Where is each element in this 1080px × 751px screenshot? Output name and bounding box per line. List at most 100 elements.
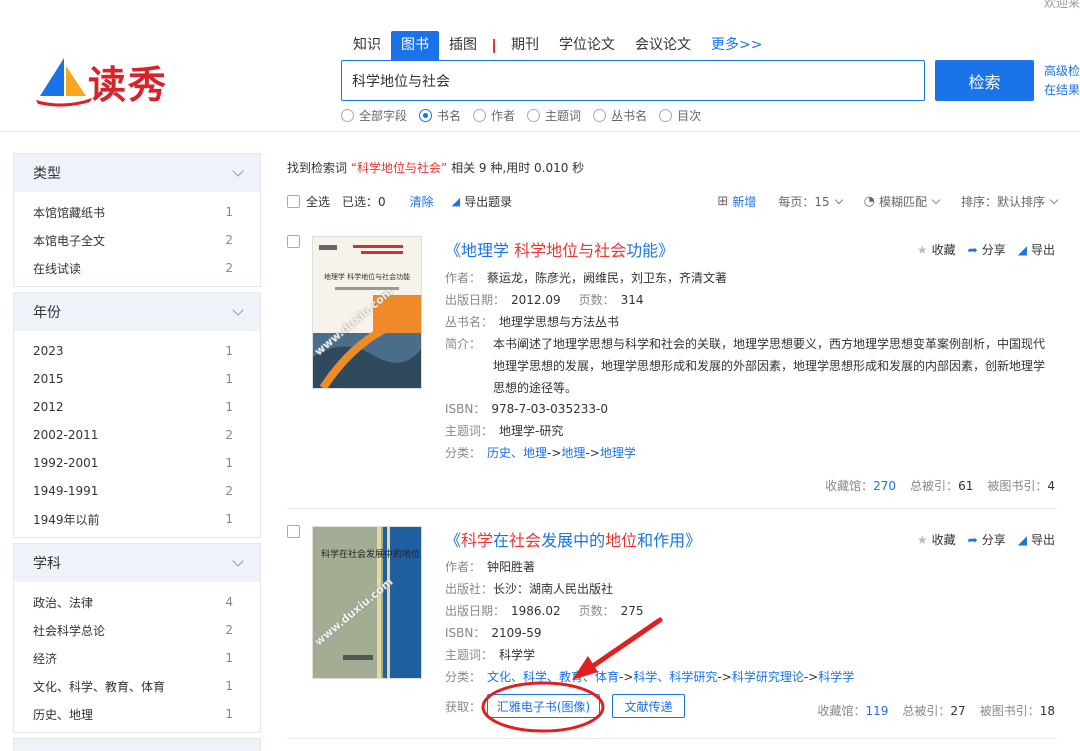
tab-books[interactable]: 图书 <box>391 31 439 60</box>
facet-item[interactable]: 历史、地理 1 <box>14 700 260 728</box>
search-tabs: 知识 图书 插图 期刊 学位论文 会议论文 更多>> <box>343 31 772 60</box>
select-all-checkbox[interactable] <box>287 195 300 208</box>
class-link[interactable]: 地理 <box>561 446 585 460</box>
facet-item-label: 本馆电子全文 <box>33 233 106 248</box>
field-value: 地理学思想与方法丛书 <box>499 315 620 329</box>
per-page-select[interactable]: 每页：15 <box>778 193 843 210</box>
field-key: 主题词： <box>445 424 494 438</box>
facet-year: 年份 2023 1 2015 1 2012 1 2002-2011 2 1992-200… <box>13 292 261 538</box>
radio-toc[interactable]: 目次 <box>659 107 701 124</box>
radio-subject[interactable]: 主题词 <box>527 107 581 124</box>
export-label: 导出题录 <box>464 195 513 209</box>
tab-journals[interactable]: 期刊 <box>501 31 549 60</box>
field-value: 275 <box>620 604 644 618</box>
sail-logo-icon <box>36 58 92 107</box>
result-checkbox[interactable] <box>287 235 300 248</box>
document-delivery-button[interactable]: 文献传递 <box>612 694 685 718</box>
export-icon: ◢ <box>451 195 461 208</box>
advanced-links: 高级检 在结果 <box>1044 62 1080 100</box>
result-actions: ★ 收藏 ➦ 分享 ◢ 导出 <box>905 241 1055 258</box>
share-button[interactable]: ➦ 分享 <box>968 531 1006 548</box>
collect-label: 收藏 <box>931 533 956 547</box>
search-field-radios: 全部字段 书名 作者 主题词 丛书名 目次 <box>341 107 713 124</box>
facet-item[interactable]: 2002-2011 2 <box>14 421 260 449</box>
star-icon: ★ <box>916 532 928 547</box>
class-link[interactable]: 科学研究理论 <box>732 670 804 684</box>
holding-libraries-link[interactable]: 119 <box>866 704 889 718</box>
facet-item[interactable]: 政治、法律 4 <box>14 588 260 616</box>
search-button[interactable]: 检索 <box>935 60 1034 101</box>
facet-item[interactable]: 1949-1991 2 <box>14 477 260 505</box>
sort-select[interactable]: 排序：默认排序 <box>961 193 1059 210</box>
facet-item[interactable]: 1949年以前 1 <box>14 505 260 533</box>
facet-item[interactable]: 经济 1 <box>14 644 260 672</box>
field-value: 长沙：湖南人民出版社 <box>493 582 614 596</box>
search-in-results-link[interactable]: 在结果 <box>1044 81 1080 100</box>
class-link[interactable]: 科学、科学研究 <box>633 670 717 684</box>
result-title-link[interactable]: 《地理学 科学地位与社会功能》 <box>445 237 674 261</box>
fuzzy-match-select[interactable]: ◔ 模糊匹配 <box>864 193 941 210</box>
result-title-link[interactable]: 《科学在社会发展中的地位和作用》 <box>445 527 701 551</box>
facet-item[interactable]: 本馆电子全文 2 <box>14 226 260 254</box>
export-button[interactable]: ◢ 导出 <box>1018 241 1055 258</box>
facet-item[interactable]: 2023 1 <box>14 337 260 365</box>
collect-button[interactable]: ★ 收藏 <box>917 241 956 258</box>
facet-item-label: 政治、法律 <box>33 595 94 610</box>
chaoxing-ebook-button[interactable]: 汇雅电子书(图像) <box>487 694 600 718</box>
export-records-button[interactable]: ◢ 导出题录 <box>452 193 512 210</box>
facet-next <box>13 738 261 751</box>
field-key: 页数： <box>578 604 615 618</box>
holding-libraries-link[interactable]: 270 <box>873 479 896 493</box>
class-link[interactable]: 文化、科学、教育、体育 <box>487 670 619 684</box>
class-link[interactable]: 科学学 <box>818 670 854 684</box>
new-label: 新增 <box>732 195 757 209</box>
tab-conference-papers[interactable]: 会议论文 <box>625 31 701 60</box>
facet-header[interactable]: 年份 <box>14 293 260 331</box>
collect-button[interactable]: ★ 收藏 <box>917 531 956 548</box>
radio-circle-icon <box>527 109 541 122</box>
advanced-search-link[interactable]: 高级检 <box>1044 62 1080 81</box>
facet-item-label: 1949年以前 <box>33 512 100 527</box>
book-cover[interactable]: 地理学 科学地位与社会功能 www.duxiu.com <box>312 236 422 389</box>
new-button[interactable]: ⊞ 新增 <box>717 193 756 210</box>
facet-item[interactable]: 文化、科学、教育、体育 1 <box>14 672 260 700</box>
facet-item[interactable]: 2015 1 <box>14 365 260 393</box>
field-value: 2109-59 <box>491 626 542 640</box>
share-button[interactable]: ➦ 分享 <box>968 241 1006 258</box>
facet-item[interactable]: 社会科学总论 2 <box>14 616 260 644</box>
result-item-1: 地理学 科学地位与社会功能 www.duxiu.com 《地理学 科学地位与社会… <box>287 235 1057 500</box>
tab-illustrations[interactable]: 插图 <box>439 31 487 60</box>
facet-item[interactable]: 在线试读 2 <box>14 254 260 282</box>
summary-keyword: “科学地位与社会” <box>350 161 448 175</box>
classification-field: 分类： 文化、科学、教育、体育->科学、科学研究->科学研究理论->科学学 <box>445 670 855 684</box>
radio-title[interactable]: 书名 <box>419 107 461 124</box>
search-input[interactable] <box>341 60 925 101</box>
select-all-label[interactable]: 全选 <box>306 193 330 210</box>
class-link[interactable]: 历史、地理 <box>487 446 547 460</box>
tab-knowledge[interactable]: 知识 <box>343 31 391 60</box>
facet-discipline: 学科 政治、法律 4 社会科学总论 2 经济 1 文化、科学、教育、体育 1 历史、地理… <box>13 543 261 733</box>
radio-all-fields[interactable]: 全部字段 <box>341 107 407 124</box>
class-link[interactable]: 地理学 <box>600 446 636 460</box>
field-key: 作者： <box>445 271 482 285</box>
book-cover[interactable]: 科学在社会发展中的地位和作用 www.duxiu.com <box>312 526 422 679</box>
result-checkbox[interactable] <box>287 525 300 538</box>
tab-more[interactable]: 更多>> <box>701 31 772 60</box>
facet-item[interactable]: 2012 1 <box>14 393 260 421</box>
radio-series[interactable]: 丛书名 <box>593 107 647 124</box>
facet-header[interactable]: 类型 <box>14 154 260 192</box>
clear-button[interactable]: 清除 <box>410 193 434 210</box>
radio-author[interactable]: 作者 <box>473 107 515 124</box>
facet-item-count: 2 <box>225 428 233 442</box>
tab-theses[interactable]: 学位论文 <box>549 31 625 60</box>
facet-item[interactable]: 1992-2001 1 <box>14 449 260 477</box>
facet-title: 学科 <box>33 556 61 572</box>
share-label: 分享 <box>981 243 1006 257</box>
facet-item[interactable]: 本馆馆藏纸书 1 <box>14 198 260 226</box>
facet-header[interactable]: 学科 <box>14 544 260 582</box>
export-icon: ◢ <box>1017 242 1027 257</box>
facet-item-count: 1 <box>225 456 233 470</box>
export-button[interactable]: ◢ 导出 <box>1018 531 1055 548</box>
chevron-down-icon <box>232 165 244 177</box>
facet-header[interactable] <box>14 739 260 751</box>
